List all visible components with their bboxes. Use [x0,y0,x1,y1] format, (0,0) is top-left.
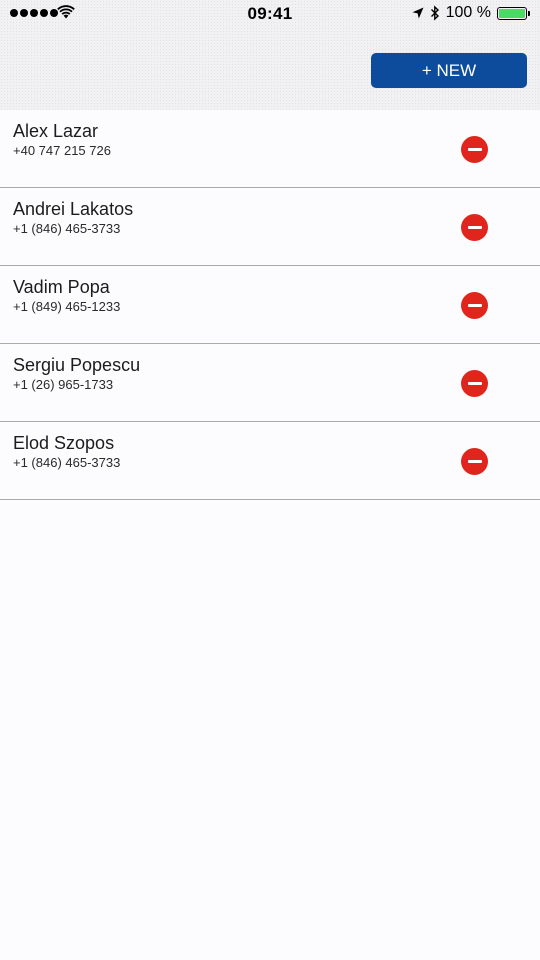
status-bar: 09:41 100 % [0,0,540,28]
contact-phone: +1 (849) 465-1233 [13,299,121,314]
contact-phone: +1 (846) 465-3733 [13,455,121,470]
battery-percent: 100 % [445,4,491,21]
contact-name: Sergiu Popescu [13,355,141,375]
contact-phone: +1 (846) 465-3733 [13,221,121,236]
contact-list: Alex Lazar +40 747 215 726 Andrei Lakato… [0,110,540,500]
location-arrow-icon [412,7,424,19]
header-area: 09:41 100 % + NEW [0,0,540,110]
delete-contact-button[interactable] [461,292,488,319]
battery-level-fill [499,8,525,18]
contact-row[interactable]: Alex Lazar +40 747 215 726 [0,110,540,188]
delete-contact-button[interactable] [461,136,488,163]
minus-circle-icon [467,460,482,463]
contact-row[interactable]: Elod Szopos +1 (846) 465-3733 [0,422,540,500]
minus-circle-icon [467,148,482,151]
delete-contact-button[interactable] [461,214,488,241]
minus-circle-icon [467,382,482,385]
contact-row[interactable]: Vadim Popa +1 (849) 465-1233 [0,266,540,344]
minus-circle-icon [467,226,482,229]
contact-row[interactable]: Sergiu Popescu +1 (26) 965-1733 [0,344,540,422]
contact-phone: +40 747 215 726 [13,143,111,158]
contact-name: Andrei Lakatos [13,199,134,219]
minus-circle-icon [467,304,482,307]
contact-row[interactable]: Andrei Lakatos +1 (846) 465-3733 [0,188,540,266]
contact-phone: +1 (26) 965-1733 [13,377,114,392]
contact-name: Vadim Popa [13,277,110,297]
status-right: 100 % [412,4,530,22]
battery-icon [497,6,530,20]
delete-contact-button[interactable] [461,448,488,475]
delete-contact-button[interactable] [461,370,488,397]
bluetooth-icon [430,5,439,21]
contact-name: Elod Szopos [13,433,115,453]
new-contact-button[interactable]: + NEW [371,53,527,88]
contact-name: Alex Lazar [13,121,99,141]
